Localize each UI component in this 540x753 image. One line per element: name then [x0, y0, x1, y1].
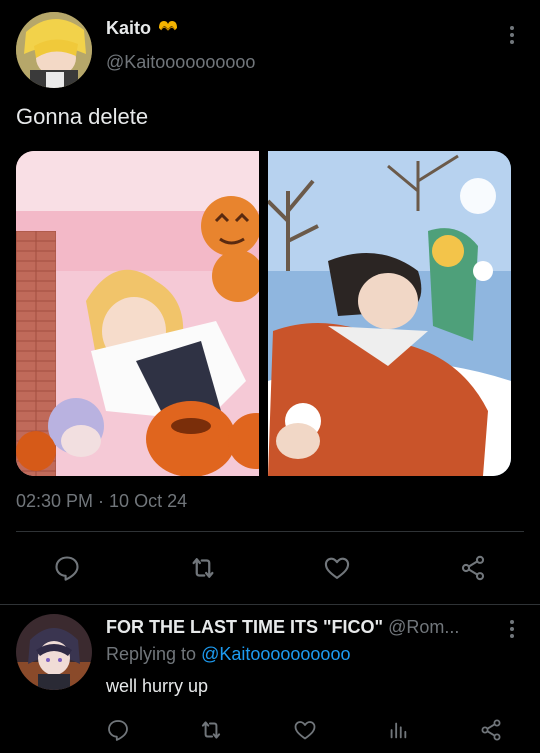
- replying-to-link[interactable]: @Kaitoooooooooo: [201, 644, 350, 664]
- reply-avatar[interactable]: [16, 614, 92, 690]
- tweet-actions: [0, 548, 540, 588]
- reply-actions: [0, 712, 540, 748]
- divider: [0, 604, 540, 605]
- share-icon[interactable]: [453, 548, 493, 588]
- reply-handle[interactable]: @Rom...: [388, 617, 459, 637]
- like-icon[interactable]: [317, 548, 357, 588]
- replying-to-line: Replying to @Kaitoooooooooo: [106, 644, 350, 665]
- display-name[interactable]: Kaito: [106, 18, 151, 39]
- reply-tweet: FOR THE LAST TIME ITS "FICO" @Rom... Rep…: [0, 606, 540, 753]
- reply-author-line: FOR THE LAST TIME ITS "FICO" @Rom...: [106, 617, 496, 638]
- reply-text: well hurry up: [106, 676, 209, 696]
- reply-icon[interactable]: [47, 548, 87, 588]
- avatar[interactable]: [16, 12, 92, 88]
- retweet-icon[interactable]: [183, 548, 223, 588]
- replying-to-prefix: Replying to: [106, 644, 202, 664]
- author-name-line: Kaito: [106, 18, 179, 39]
- like-icon[interactable]: [287, 712, 323, 748]
- share-icon[interactable]: [473, 712, 509, 748]
- retweet-icon[interactable]: [193, 712, 229, 748]
- heart-hands-icon: [157, 18, 179, 39]
- media-image-halloween[interactable]: [16, 151, 259, 476]
- reply-display-name[interactable]: FOR THE LAST TIME ITS "FICO": [106, 617, 383, 637]
- divider: [16, 531, 524, 532]
- reply-icon[interactable]: [100, 712, 136, 748]
- tweet-media[interactable]: [16, 151, 511, 476]
- tweet-text: Gonna delete: [16, 104, 149, 129]
- more-options-icon[interactable]: [510, 26, 516, 44]
- reply-more-options-icon[interactable]: [510, 620, 516, 638]
- author-handle[interactable]: @Kaitoooooooooo: [106, 52, 255, 73]
- views-icon[interactable]: [380, 712, 416, 748]
- tweet-timestamp[interactable]: 02:30 PM · 10 Oct 24: [16, 491, 187, 512]
- media-image-snowball[interactable]: [268, 151, 511, 476]
